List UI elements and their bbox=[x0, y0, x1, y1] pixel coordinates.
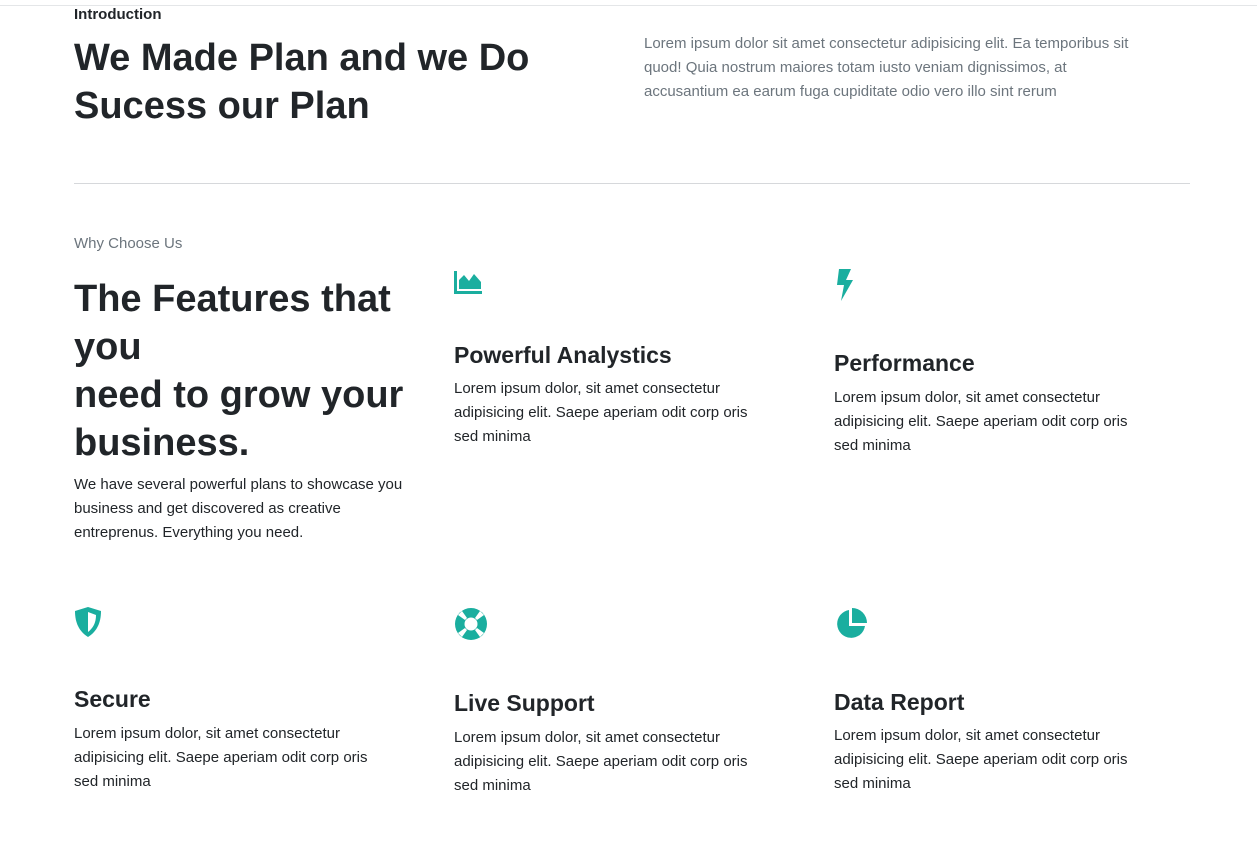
feature-text: Lorem ipsum dolor, sit amet consectetur … bbox=[454, 380, 748, 445]
feature-title: Performance bbox=[834, 350, 975, 376]
features-title-line: The Features that you bbox=[74, 278, 391, 368]
intro-title: We Made Plan and we Do Sucess our Plan bbox=[74, 37, 530, 127]
section-divider bbox=[74, 183, 1190, 184]
shield-icon bbox=[74, 606, 108, 640]
feature-text: Lorem ipsum dolor, sit amet consectetur … bbox=[74, 725, 368, 790]
pie-chart-icon bbox=[834, 607, 868, 641]
intro-text: Lorem ipsum dolor sit amet consectetur a… bbox=[644, 35, 1129, 100]
features-title-line: need to grow your business. bbox=[74, 374, 404, 464]
lightning-bolt-icon bbox=[834, 268, 868, 302]
area-chart-icon bbox=[454, 268, 488, 302]
feature-text: Lorem ipsum dolor, sit amet consectetur … bbox=[454, 729, 748, 794]
feature-text: Lorem ipsum dolor, sit amet consectetur … bbox=[834, 727, 1128, 792]
feature-title: Data Report bbox=[834, 689, 965, 715]
top-border bbox=[0, 5, 1257, 6]
intro-label: Introduction bbox=[74, 6, 162, 23]
life-ring-icon bbox=[454, 607, 488, 641]
feature-text: Lorem ipsum dolor, sit amet consectetur … bbox=[834, 389, 1128, 454]
features-title: The Features that you need to grow your … bbox=[74, 275, 424, 467]
feature-title: Live Support bbox=[454, 690, 595, 716]
feature-title: Powerful Analystics bbox=[454, 342, 672, 368]
why-choose-us-label: Why Choose Us bbox=[74, 235, 183, 252]
features-description: We have several powerful plans to showca… bbox=[74, 476, 403, 541]
feature-title: Secure bbox=[74, 686, 151, 712]
